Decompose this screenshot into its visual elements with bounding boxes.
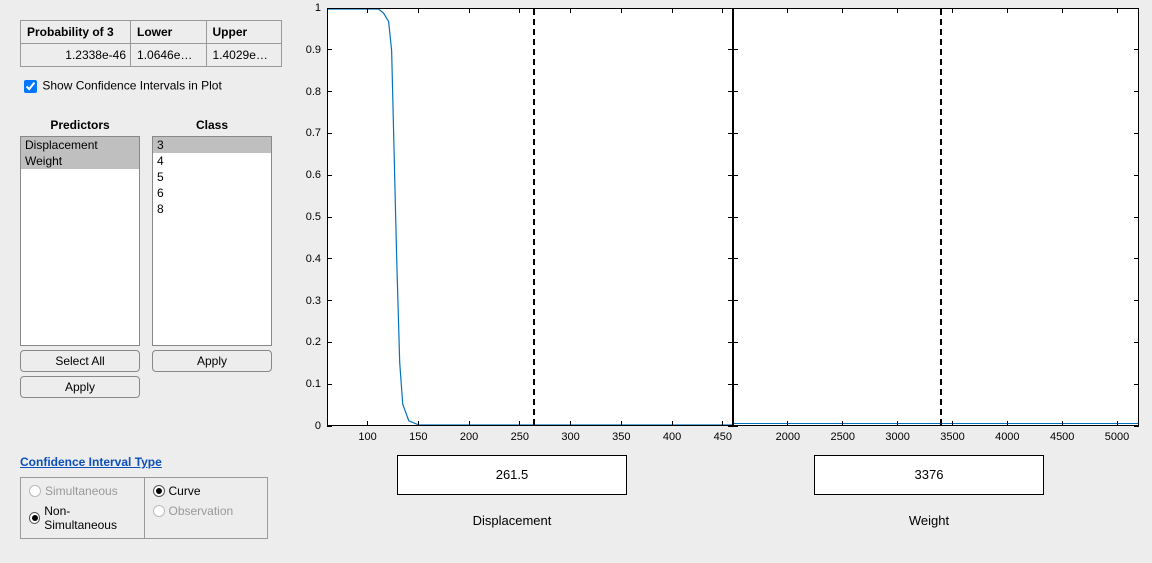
select-all-button[interactable]: Select All xyxy=(20,350,140,372)
list-item[interactable]: Displacement xyxy=(21,137,139,153)
show-ci-row[interactable]: Show Confidence Intervals in Plot xyxy=(20,77,282,96)
xlabel-displacement: Displacement xyxy=(473,513,552,528)
col-upper: Upper xyxy=(206,21,282,44)
x-tick-label: 2500 xyxy=(830,431,854,443)
curve-weight xyxy=(734,423,1138,424)
list-item[interactable]: 6 xyxy=(153,185,271,201)
y-tick-label: 0.4 xyxy=(306,253,321,265)
reference-line-weight[interactable] xyxy=(940,9,942,425)
list-item[interactable]: 3 xyxy=(153,137,271,153)
col-lower: Lower xyxy=(131,21,206,44)
x-tick-label: 4000 xyxy=(995,431,1019,443)
x-tick-label: 350 xyxy=(612,431,630,443)
x-tick-label: 3000 xyxy=(885,431,909,443)
y-tick-label: 0 xyxy=(315,420,321,432)
x-tick-label: 4500 xyxy=(1050,431,1074,443)
ci-type-box: Simultaneous Non-Simultaneous Curve Obse… xyxy=(20,477,268,539)
radio-simultaneous: Simultaneous xyxy=(29,484,136,498)
radio-observation: Observation xyxy=(153,504,260,518)
list-item[interactable]: 4 xyxy=(153,153,271,169)
x-tick-label: 2000 xyxy=(776,431,800,443)
weight-value-input[interactable]: 3376 xyxy=(814,455,1044,495)
radio-curve[interactable]: Curve xyxy=(153,484,260,498)
radio-icon xyxy=(29,485,41,497)
x-tick-label: 300 xyxy=(561,431,579,443)
y-tick-label: 0.5 xyxy=(306,211,321,223)
show-ci-label: Show Confidence Intervals in Plot xyxy=(42,79,221,93)
y-tick-label: 0.8 xyxy=(306,86,321,98)
x-tick-label: 200 xyxy=(460,431,478,443)
show-ci-checkbox[interactable] xyxy=(24,80,37,93)
axes-weight[interactable] xyxy=(733,8,1139,426)
x-tick-label: 450 xyxy=(714,431,732,443)
y-tick-label: 1 xyxy=(315,2,321,14)
radio-icon xyxy=(153,505,165,517)
axes-displacement[interactable] xyxy=(327,8,733,426)
x-tick-label: 3500 xyxy=(940,431,964,443)
ci-type-link[interactable]: Confidence Interval Type xyxy=(20,455,162,469)
apply-class-button[interactable]: Apply xyxy=(152,350,272,372)
x-tick-label: 400 xyxy=(663,431,681,443)
predictors-header: Predictors xyxy=(50,118,109,132)
list-item[interactable]: Weight xyxy=(21,153,139,169)
col-prob: Probability of 3 xyxy=(21,21,131,44)
class-header: Class xyxy=(196,118,228,132)
y-tick-label: 0.6 xyxy=(306,169,321,181)
list-item[interactable]: 8 xyxy=(153,201,271,217)
radio-icon xyxy=(29,512,40,524)
y-tick-label: 0.1 xyxy=(306,378,321,390)
reference-line-displacement[interactable] xyxy=(533,9,535,425)
displacement-value-input[interactable]: 261.5 xyxy=(397,455,627,495)
radio-nonsimultaneous[interactable]: Non-Simultaneous xyxy=(29,504,136,532)
predictors-listbox[interactable]: DisplacementWeight xyxy=(20,136,140,346)
x-tick-label: 100 xyxy=(358,431,376,443)
radio-icon xyxy=(153,485,165,497)
x-tick-label: 5000 xyxy=(1105,431,1129,443)
plot-area: 261.5 3376 Displacement Weight 0 0.1 0.2 0.… xyxy=(297,3,1147,558)
y-tick-label: 0.3 xyxy=(306,295,321,307)
list-item[interactable]: 5 xyxy=(153,169,271,185)
probability-table: Probability of 3 Lower Upper 1.2338e-46 … xyxy=(20,20,282,67)
x-tick-label: 250 xyxy=(511,431,529,443)
class-listbox[interactable]: 34568 xyxy=(152,136,272,346)
y-tick-label: 0.7 xyxy=(306,127,321,139)
apply-predictors-button[interactable]: Apply xyxy=(20,376,140,398)
table-row: 1.2338e-46 1.0646e… 1.4029e… xyxy=(21,44,282,67)
xlabel-weight: Weight xyxy=(909,513,949,528)
x-tick-label: 150 xyxy=(409,431,427,443)
y-tick-label: 0.2 xyxy=(306,336,321,348)
y-tick-label: 0.9 xyxy=(306,44,321,56)
